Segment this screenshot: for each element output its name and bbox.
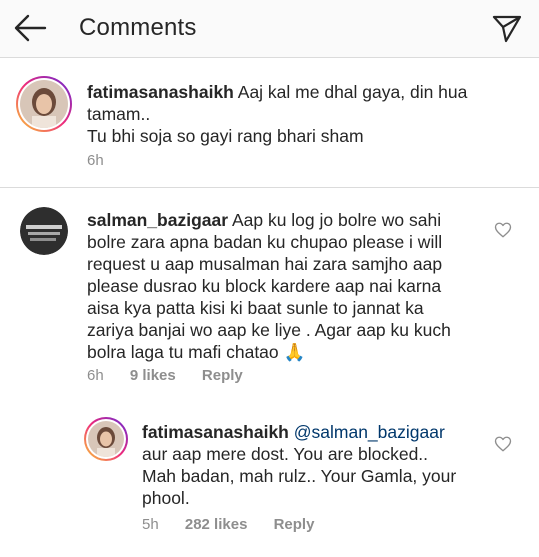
- avatar-story-ring[interactable]: [16, 76, 72, 132]
- comment-likes[interactable]: 9 likes: [130, 367, 176, 384]
- reply-text: fatimasanashaikh @salman_bazigaar aur aa…: [142, 421, 492, 509]
- avatar-salman-bazigaar[interactable]: [20, 207, 68, 255]
- caption-section: fatimasanashaikh Aaj kal me dhal gaya, d…: [0, 58, 539, 188]
- reply-avatar-story-ring[interactable]: [84, 417, 128, 461]
- comment-reply-button[interactable]: Reply: [202, 367, 243, 384]
- reply-like-heart-icon[interactable]: [494, 435, 512, 453]
- send-icon[interactable]: [491, 12, 523, 44]
- comment-time: 6h: [87, 367, 104, 384]
- comment-line-2: bolre zara apna badan ku chupao please i…: [87, 232, 443, 252]
- comment-username[interactable]: salman_bazigaar: [87, 210, 228, 230]
- comment-line-3: request u aap musalman hai zara samjho a…: [87, 254, 443, 274]
- comment-line-7: bolra laga tu mafi chatao 🙏: [87, 342, 306, 362]
- caption-username[interactable]: fatimasanashaikh: [87, 82, 234, 102]
- reply-time: 5h: [142, 516, 159, 533]
- comment-line-5: aisa kya patta kisi ki baat sunle to jan…: [87, 298, 424, 318]
- comment-line-4: please dusrao ku block kardere aap nai k…: [87, 276, 442, 296]
- reply-line-1: aur aap mere dost. You are blocked..: [142, 444, 429, 464]
- reply-line-3: phool.: [142, 488, 190, 508]
- reply-line-2: Mah badan, mah rulz.. Your Gamla, your: [142, 466, 457, 486]
- comment-meta: 6h 9 likes Reply: [87, 367, 265, 384]
- comment-line-6: zariya banjai wo aap ke liye . Agar aap …: [87, 320, 451, 340]
- caption-meta: 6h: [87, 152, 126, 169]
- like-heart-icon[interactable]: [494, 221, 512, 239]
- caption-line-1: Aaj kal me dhal gaya, din hua: [237, 82, 468, 102]
- reply-meta: 5h 282 likes Reply: [142, 516, 336, 533]
- avatar-fatimasanashaikh-reply: [88, 421, 124, 457]
- caption-text: fatimasanashaikh Aaj kal me dhal gaya, d…: [87, 81, 467, 147]
- comment-text: salman_bazigaar Aap ku log jo bolre wo s…: [87, 209, 507, 363]
- page-title: Comments: [79, 14, 197, 41]
- caption-line-2: tamam..: [87, 104, 151, 124]
- header-bar: Comments: [0, 0, 539, 58]
- reply-likes[interactable]: 282 likes: [185, 516, 248, 533]
- reply-username[interactable]: fatimasanashaikh: [142, 422, 289, 442]
- reply-reply-button[interactable]: Reply: [274, 516, 315, 533]
- caption-time: 6h: [87, 152, 104, 169]
- caption-line-3: Tu bhi soja so gayi rang bhari sham: [87, 126, 364, 146]
- comment-line-1: Aap ku log jo bolre wo sahi: [231, 210, 442, 230]
- back-arrow-icon[interactable]: [12, 12, 48, 44]
- reply-mention[interactable]: @salman_bazigaar: [294, 422, 445, 442]
- avatar-fatimasanashaikh: [20, 80, 68, 128]
